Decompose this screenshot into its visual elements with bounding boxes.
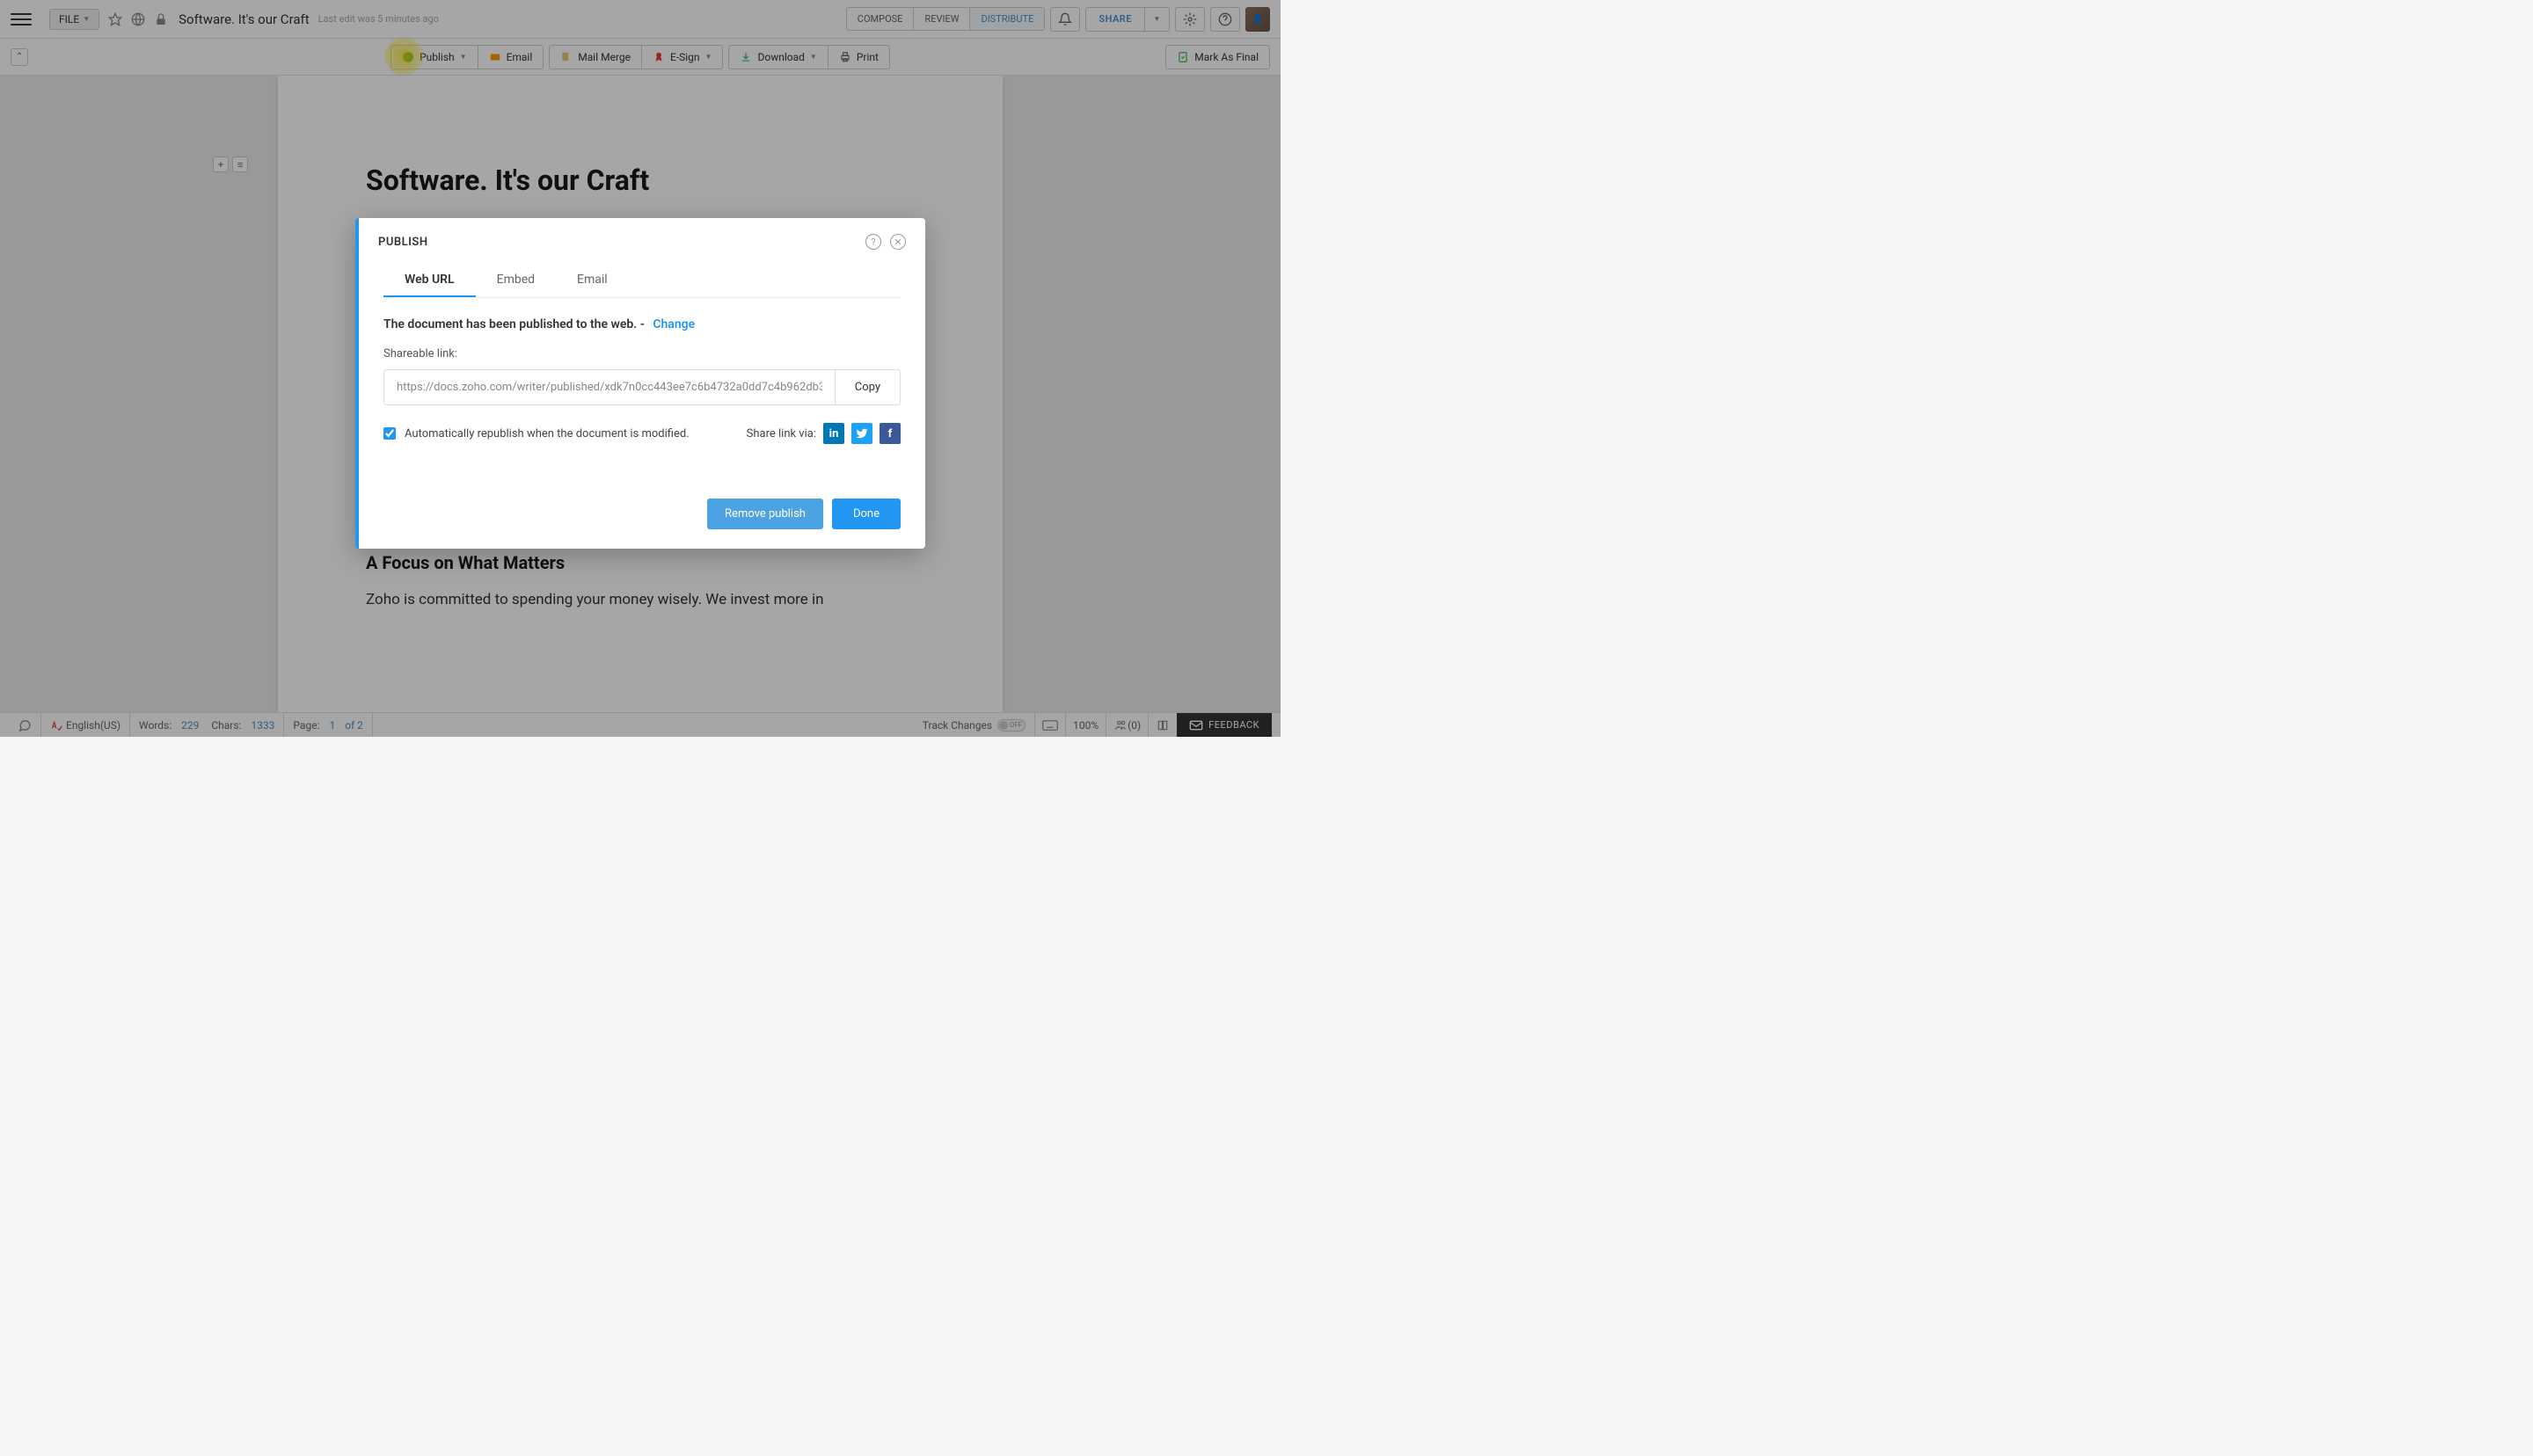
- modal-body: Web URL Embed Email The document has bee…: [359, 262, 925, 499]
- modal-close-button[interactable]: ✕: [890, 234, 906, 250]
- twitter-icon[interactable]: [851, 423, 872, 444]
- modal-footer: Remove publish Done: [359, 499, 925, 549]
- auto-republish-row: Automatically republish when the documen…: [383, 423, 901, 444]
- link-row: Copy: [383, 369, 901, 405]
- copy-button[interactable]: Copy: [836, 369, 901, 405]
- linkedin-icon[interactable]: in: [823, 423, 844, 444]
- auto-republish-checkbox[interactable]: [383, 427, 396, 440]
- done-button[interactable]: Done: [832, 499, 901, 529]
- share-via-group: Share link via: in f: [747, 423, 901, 444]
- publish-modal: PUBLISH ? ✕ Web URL Embed Email The docu…: [355, 218, 925, 549]
- modal-title: PUBLISH: [378, 236, 428, 249]
- tab-embed[interactable]: Embed: [476, 262, 556, 297]
- modal-header-actions: ? ✕: [865, 234, 906, 250]
- share-link-label: Shareable link:: [383, 347, 901, 360]
- facebook-icon[interactable]: f: [880, 423, 901, 444]
- publish-status: The document has been published to the w…: [383, 317, 901, 331]
- tab-web-url[interactable]: Web URL: [383, 262, 476, 297]
- modal-header: PUBLISH ? ✕: [359, 218, 925, 262]
- share-link-input[interactable]: [383, 369, 836, 405]
- change-link[interactable]: Change: [653, 317, 695, 331]
- tab-email[interactable]: Email: [556, 262, 629, 297]
- status-text: The document has been published to the w…: [383, 317, 645, 331]
- modal-help-button[interactable]: ?: [865, 234, 881, 250]
- modal-tabs: Web URL Embed Email: [383, 262, 901, 298]
- auto-republish-label: Automatically republish when the documen…: [405, 427, 690, 440]
- twitter-bird-icon: [856, 427, 868, 440]
- remove-publish-button[interactable]: Remove publish: [707, 499, 823, 529]
- share-via-label: Share link via:: [747, 427, 816, 440]
